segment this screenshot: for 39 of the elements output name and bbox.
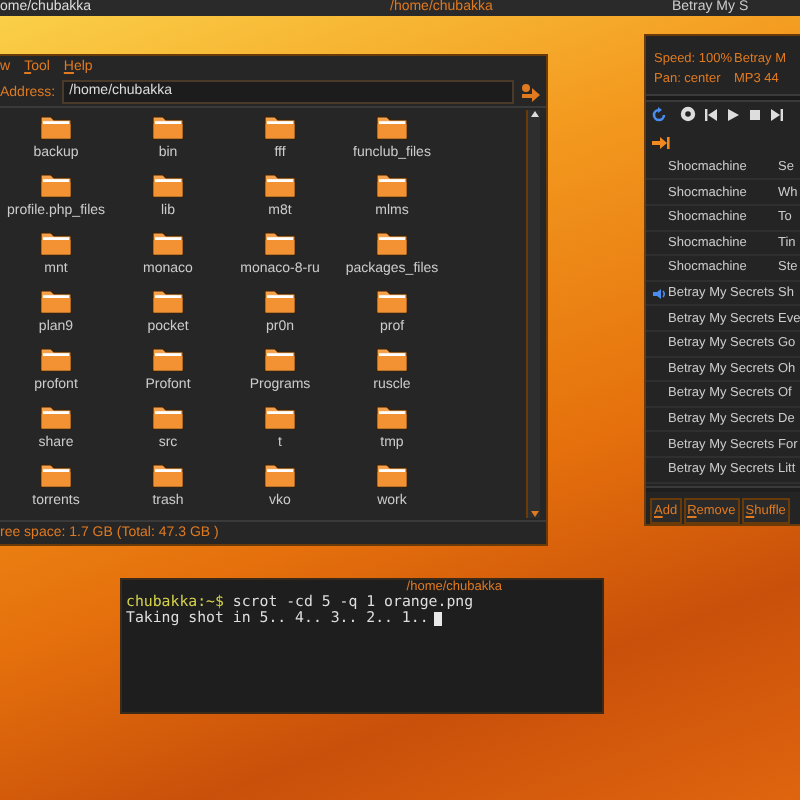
scroll-up-icon[interactable] bbox=[529, 110, 539, 118]
next-icon[interactable] bbox=[770, 107, 784, 122]
folder-icon bbox=[376, 230, 408, 256]
folder-icon bbox=[264, 462, 296, 488]
folder-icon bbox=[376, 346, 408, 372]
folder-icon bbox=[152, 288, 184, 314]
folder-icon bbox=[376, 404, 408, 430]
folder-icon bbox=[40, 230, 72, 256]
folder-icon bbox=[264, 230, 296, 256]
folder-icon bbox=[376, 172, 408, 198]
folder-icon bbox=[264, 346, 296, 372]
repeat-icon[interactable] bbox=[650, 105, 668, 124]
folder-icon bbox=[40, 346, 72, 372]
folder-icon bbox=[152, 462, 184, 488]
folder-icon bbox=[376, 462, 408, 488]
folder-icon bbox=[40, 462, 72, 488]
scrollbar[interactable] bbox=[526, 110, 540, 518]
folder-icon bbox=[376, 114, 408, 140]
folder-icon bbox=[264, 172, 296, 198]
go-arrow-icon[interactable] bbox=[520, 81, 542, 104]
folder-icon bbox=[264, 114, 296, 140]
stop-icon[interactable] bbox=[748, 107, 762, 122]
folder-icon bbox=[376, 288, 408, 314]
play-icon[interactable] bbox=[726, 107, 740, 122]
folder-icon bbox=[40, 288, 72, 314]
folder-icon bbox=[152, 230, 184, 256]
folder-icon bbox=[152, 346, 184, 372]
folder-icon bbox=[152, 172, 184, 198]
folder-icon bbox=[264, 288, 296, 314]
folder-icon bbox=[152, 114, 184, 140]
text-cursor bbox=[434, 611, 443, 625]
arrow-icon[interactable] bbox=[652, 136, 670, 154]
folder-icon bbox=[40, 404, 72, 430]
scroll-down-icon[interactable] bbox=[529, 510, 539, 518]
folder-icon bbox=[40, 114, 72, 140]
folder-icon bbox=[264, 404, 296, 430]
folder-icon bbox=[40, 172, 72, 198]
previous-icon[interactable] bbox=[704, 107, 718, 122]
folder-icon bbox=[152, 404, 184, 430]
